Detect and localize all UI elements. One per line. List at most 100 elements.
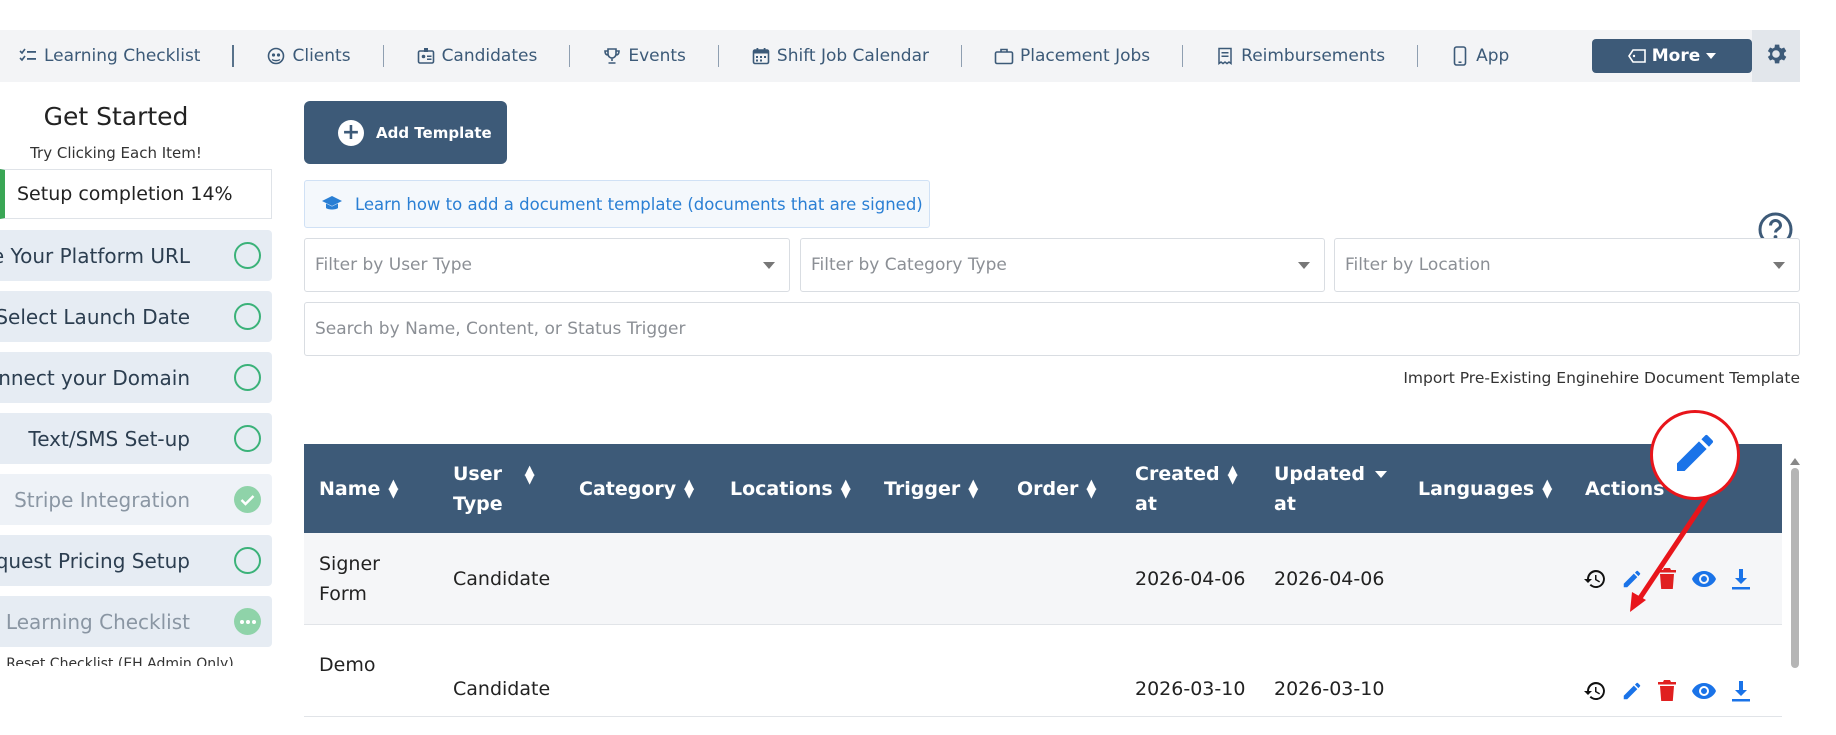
nav-learning-checklist-label: Learning Checklist — [44, 46, 201, 66]
checklist-item-label: Text/SMS Set-up — [28, 426, 190, 451]
nav-clients[interactable]: Clients — [266, 46, 351, 66]
col-category-label: Category — [579, 477, 677, 500]
filter-user-type[interactable]: Filter by User Type — [304, 238, 790, 292]
col-category[interactable]: Category ▲ ▼ — [579, 444, 694, 533]
col-languages[interactable]: Languages ▲ ▼ — [1418, 444, 1552, 533]
nav-placement-jobs-label: Placement Jobs — [1020, 46, 1151, 66]
nav-divider — [1182, 45, 1184, 67]
col-created-at-label: Created at — [1135, 462, 1220, 515]
briefcase-icon — [994, 46, 1014, 66]
caret-down-icon — [1298, 262, 1310, 269]
nav-events[interactable]: Events — [602, 46, 686, 66]
filter-category-type[interactable]: Filter by Category Type — [800, 238, 1325, 292]
row-actions — [1583, 679, 1751, 708]
col-user-type-label: User Type — [453, 462, 503, 515]
checklist-item-stripe[interactable]: Stripe Integration — [0, 474, 272, 525]
nav-candidates-label: Candidates — [441, 46, 538, 66]
checklist-item-pricing[interactable]: Request Pricing Setup — [0, 535, 272, 586]
eye-icon[interactable] — [1691, 681, 1717, 706]
col-name[interactable]: Name ▲ ▼ — [319, 444, 398, 533]
col-locations[interactable]: Locations ▲ ▼ — [730, 444, 851, 533]
caret-down-icon — [763, 262, 775, 269]
checklist-item-platform-url[interactable]: Save Your Platform URL — [0, 230, 272, 281]
col-trigger[interactable]: Trigger ▲ ▼ — [884, 444, 978, 533]
checklist-item-label: Request Pricing Setup — [0, 548, 190, 573]
graduation-cap-icon — [321, 195, 343, 213]
col-user-type[interactable]: User Type ▲ ▼ — [453, 444, 535, 533]
history-icon[interactable] — [1583, 567, 1607, 596]
checklist-item-text-sms[interactable]: Text/SMS Set-up — [0, 413, 272, 464]
trash-icon[interactable] — [1657, 567, 1677, 596]
gear-icon — [1763, 41, 1789, 71]
table-header: Name ▲ ▼ User Type ▲ ▼ Category ▲ ▼ Locations ▲ ▼… — [304, 444, 1782, 533]
checklist-item-launch-date[interactable]: Select Launch Date — [0, 291, 272, 342]
cell-updated-at: 2026-04-06 — [1274, 568, 1385, 590]
cell-created-at: 2026-04-06 — [1135, 568, 1246, 590]
checklist-item-label: Stripe Integration — [14, 487, 190, 512]
sort-icon: ▲ ▼ — [968, 476, 979, 501]
edit-pencil-icon[interactable] — [1621, 680, 1643, 707]
nav-divider — [961, 45, 963, 67]
col-order-label: Order — [1017, 477, 1079, 500]
trash-icon[interactable] — [1657, 679, 1677, 708]
table-scrollbar[interactable] — [1790, 458, 1800, 668]
col-languages-label: Languages — [1418, 477, 1535, 500]
search-placeholder: Search by Name, Content, or Status Trigg… — [315, 319, 686, 339]
scroll-up-arrow-icon[interactable] — [1790, 458, 1800, 465]
nav-shift-job-calendar[interactable]: Shift Job Calendar — [751, 46, 929, 66]
checklist-icon — [18, 46, 38, 66]
import-template-link[interactable]: Import Pre-Existing Enginehire Document … — [1403, 369, 1800, 387]
checklist-item-label: Start Learning Checklist — [0, 609, 190, 634]
edit-pencil-icon — [1671, 429, 1719, 481]
sort-desc-icon — [1375, 471, 1388, 478]
sort-icon: ▲ ▼ — [1227, 462, 1238, 487]
reset-checklist-link[interactable]: Reset Checklist (EH Admin Only) — [0, 656, 240, 666]
filter-location-placeholder: Filter by Location — [1345, 255, 1491, 275]
nav-divider — [1417, 45, 1419, 67]
cell-name: Signer Form — [319, 553, 380, 605]
caret-down-icon — [1773, 262, 1785, 269]
download-icon[interactable] — [1731, 680, 1751, 707]
cell-name: Demo — [319, 654, 376, 676]
col-updated-at-label: Updated at — [1274, 462, 1366, 515]
clients-icon — [266, 46, 286, 66]
more-menu-button[interactable]: More — [1592, 39, 1752, 73]
edit-pencil-icon[interactable] — [1621, 568, 1643, 595]
col-updated-at[interactable]: Updated at — [1274, 444, 1388, 533]
nav-placement-jobs[interactable]: Placement Jobs — [994, 46, 1150, 66]
settings-button[interactable] — [1752, 30, 1800, 82]
history-icon[interactable] — [1583, 679, 1607, 708]
top-navigation: Learning Checklist Clients Candidates Ev… — [0, 30, 1800, 82]
col-order[interactable]: Order ▲ ▼ — [1017, 444, 1096, 533]
learn-document-template-link[interactable]: Learn how to add a document template (do… — [304, 180, 930, 228]
eye-icon[interactable] — [1691, 569, 1717, 594]
nav-divider — [717, 45, 719, 67]
nav-app[interactable]: App — [1450, 46, 1509, 66]
sort-icon: ▲ ▼ — [1542, 476, 1553, 501]
scrollbar-thumb[interactable] — [1791, 468, 1799, 668]
col-trigger-label: Trigger — [884, 477, 961, 500]
cell-user-type: Candidate — [453, 678, 551, 700]
checklist-item-learning[interactable]: Start Learning Checklist — [0, 596, 272, 647]
cell-created-at: 2026-03-10 — [1135, 678, 1246, 700]
sort-icon: ▲ ▼ — [524, 462, 535, 487]
nav-divider — [569, 45, 571, 67]
row-actions — [1583, 567, 1751, 596]
sidebar-title: Get Started — [43, 102, 189, 131]
table-row: Demo Candidate 2026-03-10 2026-03-10 — [304, 625, 1782, 717]
filter-location[interactable]: Filter by Location — [1334, 238, 1800, 292]
col-created-at[interactable]: Created at ▲ ▼ — [1135, 444, 1238, 533]
add-template-label: Add Template — [376, 123, 492, 142]
search-input[interactable]: Search by Name, Content, or Status Trigg… — [304, 302, 1800, 356]
nav-learning-checklist[interactable]: Learning Checklist — [18, 46, 200, 66]
nav-events-label: Events — [628, 46, 686, 66]
receipt-icon — [1215, 46, 1235, 66]
add-template-button[interactable]: + Add Template — [304, 101, 507, 164]
circle-open-icon — [234, 425, 261, 452]
download-icon[interactable] — [1731, 568, 1751, 595]
nav-candidates[interactable]: Candidates — [416, 46, 538, 66]
nav-divider — [232, 45, 235, 67]
nav-app-label: App — [1476, 46, 1510, 66]
nav-reimbursements[interactable]: Reimbursements — [1215, 46, 1385, 66]
checklist-item-connect-domain[interactable]: Connect your Domain — [0, 352, 272, 403]
